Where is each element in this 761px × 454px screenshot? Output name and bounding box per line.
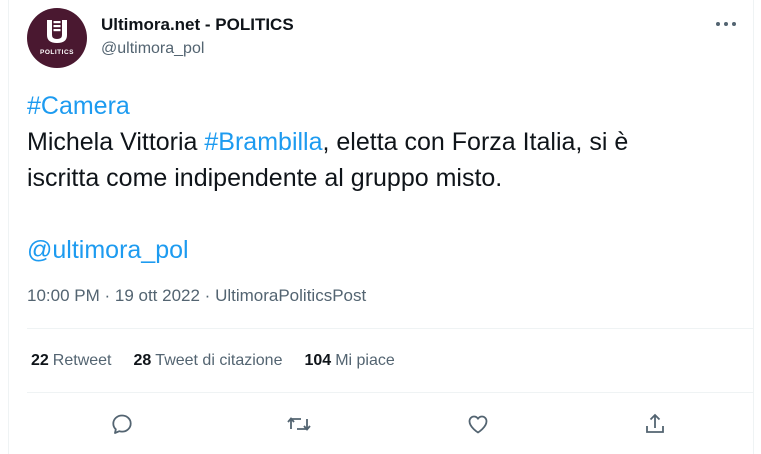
avatar[interactable]: POLITICS: [27, 8, 87, 68]
tweet-date[interactable]: 19 ott 2022: [115, 286, 200, 305]
author-block: Ultimora.net - POLITICS @ultimora_pol: [101, 14, 294, 59]
retweets-label: Retweet: [52, 352, 112, 369]
more-button[interactable]: [713, 14, 739, 34]
like-button[interactable]: [461, 408, 495, 440]
author-handle[interactable]: @ultimora_pol: [101, 39, 294, 59]
tweet-text-spacer: [27, 196, 747, 232]
more-dots-icon: [716, 22, 736, 26]
share-button[interactable]: [638, 408, 672, 440]
tweet-text-part: , eletta con Forza Italia, si è: [322, 128, 629, 156]
heart-icon: [468, 415, 488, 434]
avatar-logo: POLITICS: [40, 20, 74, 56]
tweet-time[interactable]: 10:00 PM: [27, 286, 100, 305]
share-icon: [646, 413, 664, 433]
tweet-meta: 10:00 PM · 19 ott 2022 · UltimoraPolitic…: [27, 286, 366, 306]
quotes-count: 28: [133, 352, 152, 369]
quotes-stat[interactable]: 28 Tweet di citazione: [134, 352, 283, 370]
likes-stat[interactable]: 104 Mi piace: [304, 352, 394, 370]
action-bar: [105, 408, 681, 440]
likes-label: Mi piace: [335, 352, 395, 369]
mention-link[interactable]: @ultimora_pol: [27, 236, 189, 264]
retweets-stat[interactable]: 22 Retweet: [31, 352, 112, 370]
quotes-label: Tweet di citazione: [155, 352, 283, 369]
tweet-text-line: iscritta come indipendente al gruppo mis…: [27, 164, 503, 192]
retweets-count: 22: [31, 352, 49, 369]
tweet-text: #Camera Michela Vittoria #Brambilla, ele…: [27, 88, 747, 268]
divider: [27, 392, 753, 393]
reply-icon: [112, 414, 132, 434]
retweet-button[interactable]: [282, 408, 316, 440]
tweet-stats: 22 Retweet 28 Tweet di citazione 104 Mi pia…: [31, 352, 395, 370]
retweet-icon: [287, 417, 311, 431]
tweet-text-part: Michela Vittoria: [27, 128, 205, 156]
display-name[interactable]: Ultimora.net - POLITICS: [101, 14, 294, 36]
tweet-source[interactable]: UltimoraPoliticsPost: [215, 286, 366, 305]
hashtag-brambilla[interactable]: #Brambilla: [204, 128, 322, 156]
meta-separator: ·: [199, 286, 216, 305]
tweet-card: POLITICS Ultimora.net - POLITICS @ultimo…: [8, 0, 754, 454]
hashtag-camera[interactable]: #Camera: [27, 92, 130, 120]
reply-button[interactable]: [105, 408, 139, 440]
avatar-text: POLITICS: [40, 49, 74, 56]
likes-count: 104: [304, 352, 332, 369]
divider: [27, 328, 753, 329]
meta-separator: ·: [99, 286, 115, 305]
